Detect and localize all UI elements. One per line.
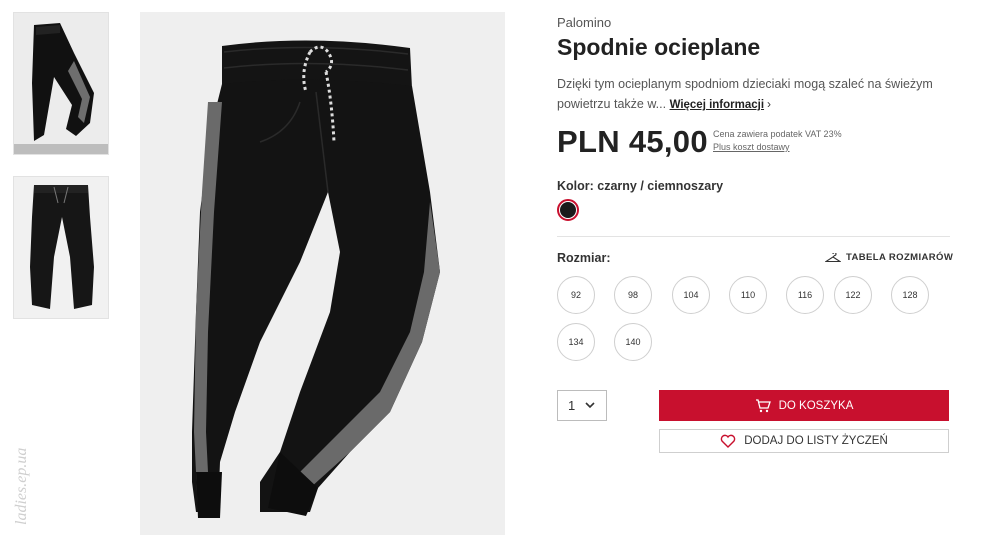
cart-icon xyxy=(755,398,771,412)
size-option-140[interactable]: 140 xyxy=(614,323,652,361)
add-to-cart-label: DO KOSZYKA xyxy=(778,399,854,412)
quantity-value: 1 xyxy=(568,398,576,413)
main-product-image[interactable] xyxy=(140,12,505,535)
color-swatch-black[interactable] xyxy=(557,199,579,221)
size-label: Rozmiar: xyxy=(557,251,611,265)
pants-main-image xyxy=(192,40,440,518)
add-to-wishlist-label: DODAJ DO LISTY ŻYCZEŃ xyxy=(744,435,888,447)
product-brand: Palomino xyxy=(557,15,612,30)
quantity-select[interactable]: 1 xyxy=(557,390,607,421)
thumbnail-front-view[interactable] xyxy=(13,176,109,319)
size-option-122[interactable]: 122 xyxy=(834,276,872,314)
svg-text:ladies.ep.ua: ladies.ep.ua xyxy=(13,448,30,525)
product-price: PLN 45,00 xyxy=(557,124,708,159)
size-option-128[interactable]: 128 xyxy=(891,276,929,314)
size-chart-link[interactable]: TABELA ROZMIARÓW xyxy=(825,252,953,263)
size-option-110[interactable]: 110 xyxy=(729,276,767,314)
size-option-116[interactable]: 116 xyxy=(786,276,824,314)
product-title: Spodnie ocieplane xyxy=(557,34,761,60)
pants-front-thumbnail-image xyxy=(30,185,94,309)
hanger-icon xyxy=(825,252,841,262)
divider xyxy=(557,236,950,237)
vat-note: Cena zawiera podatek VAT 23% xyxy=(713,129,842,139)
chevron-right-icon: › xyxy=(767,97,772,111)
chevron-down-icon xyxy=(585,402,595,409)
more-info-link[interactable]: Więcej informacji xyxy=(670,99,764,111)
size-chart-label: TABELA ROZMIARÓW xyxy=(846,252,954,263)
product-description: Dzięki tym ocieplanym spodniom dzieciaki… xyxy=(557,74,937,115)
size-option-98[interactable]: 98 xyxy=(614,276,652,314)
pants-side-thumbnail-image xyxy=(32,23,94,141)
shipping-cost-link[interactable]: Plus koszt dostawy xyxy=(713,142,790,152)
swatch-fill xyxy=(560,202,576,218)
size-option-104[interactable]: 104 xyxy=(672,276,710,314)
size-option-92[interactable]: 92 xyxy=(557,276,595,314)
add-to-wishlist-button[interactable]: DODAJ DO LISTY ŻYCZEŃ xyxy=(659,429,949,453)
add-to-cart-button[interactable]: DO KOSZYKA xyxy=(659,390,949,421)
size-option-134[interactable]: 134 xyxy=(557,323,595,361)
watermark-logo: ladies.ep.ua xyxy=(13,448,30,525)
color-label: Kolor: czarny / ciemnoszary xyxy=(557,179,724,193)
thumbnail-side-view[interactable] xyxy=(13,12,109,155)
heart-icon xyxy=(720,434,736,448)
